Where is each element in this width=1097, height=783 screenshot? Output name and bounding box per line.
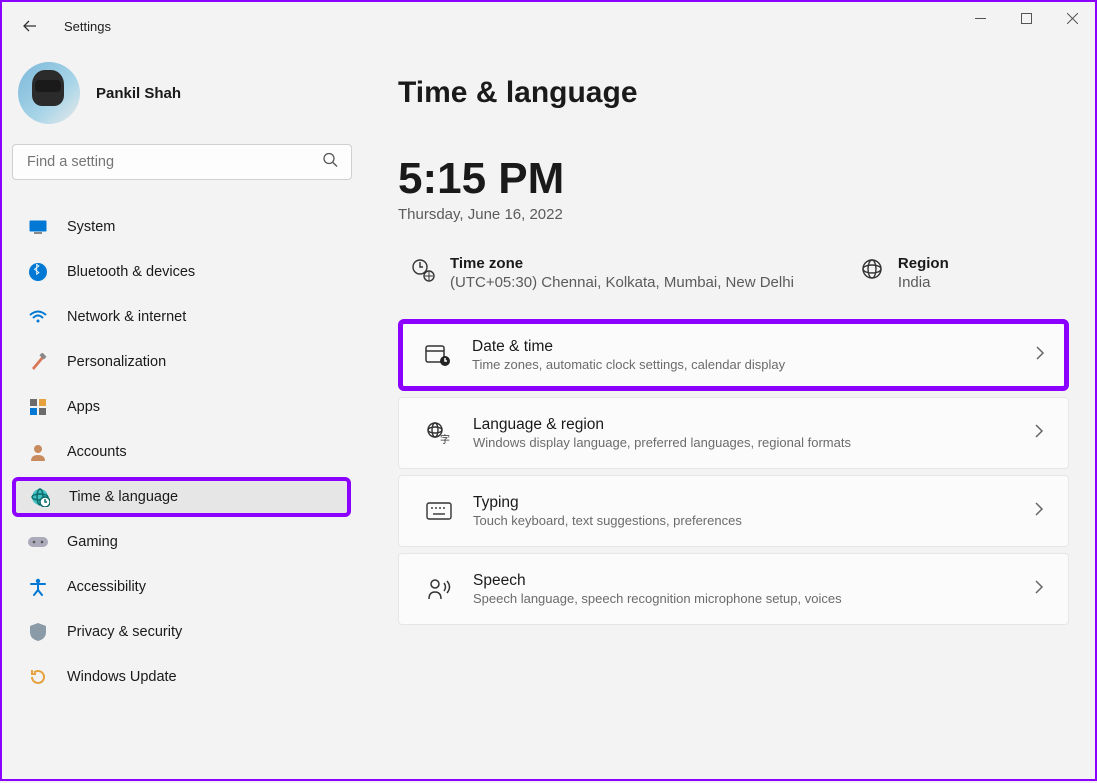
chevron-right-icon xyxy=(1034,424,1044,443)
calendar-clock-icon xyxy=(422,343,454,367)
voice-icon xyxy=(423,577,455,601)
content: Time & language 5:15 PM Thursday, June 1… xyxy=(362,50,1095,783)
region-value: India xyxy=(898,274,949,291)
apps-icon xyxy=(28,397,48,417)
nav-windows-update[interactable]: Windows Update xyxy=(14,657,349,697)
card-date-time[interactable]: Date & time Time zones, automatic clock … xyxy=(398,319,1069,391)
globe-clock-icon xyxy=(30,487,50,507)
nav-accounts[interactable]: Accounts xyxy=(14,432,349,472)
date: Thursday, June 16, 2022 xyxy=(398,206,1069,223)
user-block[interactable]: Pankil Shah xyxy=(12,50,352,144)
update-icon xyxy=(28,667,48,687)
wifi-icon xyxy=(28,307,48,327)
shield-icon xyxy=(28,622,48,642)
chevron-right-icon xyxy=(1035,346,1045,365)
card-typing[interactable]: Typing Touch keyboard, text suggestions,… xyxy=(398,475,1069,547)
card-subtitle: Time zones, automatic clock settings, ca… xyxy=(472,357,1035,372)
nav-label: Windows Update xyxy=(67,669,177,685)
bluetooth-icon xyxy=(28,262,48,282)
accessibility-icon xyxy=(28,577,48,597)
nav-network[interactable]: Network & internet xyxy=(14,297,349,337)
nav-personalization[interactable]: Personalization xyxy=(14,342,349,382)
gamepad-icon xyxy=(28,532,48,552)
title-bar: Settings xyxy=(2,2,1095,50)
nav-apps[interactable]: Apps xyxy=(14,387,349,427)
timezone-icon xyxy=(410,257,436,288)
window-controls xyxy=(957,2,1095,34)
nav-label: Time & language xyxy=(69,489,178,505)
avatar xyxy=(18,62,80,124)
card-title: Typing xyxy=(473,494,1034,512)
svg-text:字: 字 xyxy=(440,433,450,445)
system-icon xyxy=(28,217,48,237)
language-icon: 字 xyxy=(423,421,455,445)
timezone-value: (UTC+05:30) Chennai, Kolkata, Mumbai, Ne… xyxy=(450,274,794,291)
back-button[interactable] xyxy=(20,16,40,36)
chevron-right-icon xyxy=(1034,580,1044,599)
brush-icon xyxy=(28,352,48,372)
nav-gaming[interactable]: Gaming xyxy=(14,522,349,562)
nav-system[interactable]: System xyxy=(14,207,349,247)
nav-bluetooth[interactable]: Bluetooth & devices xyxy=(14,252,349,292)
nav-label: System xyxy=(67,219,115,235)
card-title: Language & region xyxy=(473,416,1034,434)
person-icon xyxy=(28,442,48,462)
timezone-label: Time zone xyxy=(450,255,794,272)
chevron-right-icon xyxy=(1034,502,1044,521)
card-speech[interactable]: Speech Speech language, speech recogniti… xyxy=(398,553,1069,625)
search-icon xyxy=(322,152,338,173)
nav-time-language[interactable]: Time & language xyxy=(12,477,351,517)
card-title: Date & time xyxy=(472,338,1035,356)
region-block[interactable]: Region India xyxy=(860,255,949,291)
maximize-button[interactable] xyxy=(1003,2,1049,34)
nav-label: Apps xyxy=(67,399,100,415)
card-title: Speech xyxy=(473,572,1034,590)
info-row: Time zone (UTC+05:30) Chennai, Kolkata, … xyxy=(398,247,1069,319)
card-language-region[interactable]: 字 Language & region Windows display lang… xyxy=(398,397,1069,469)
nav-label: Accounts xyxy=(67,444,127,460)
card-subtitle: Windows display language, preferred lang… xyxy=(473,435,1034,450)
nav: System Bluetooth & devices Network & int… xyxy=(12,202,352,783)
page-title: Time & language xyxy=(398,76,1069,110)
nav-privacy[interactable]: Privacy & security xyxy=(14,612,349,652)
nav-label: Privacy & security xyxy=(67,624,182,640)
nav-label: Accessibility xyxy=(67,579,146,595)
nav-label: Bluetooth & devices xyxy=(67,264,195,280)
globe-icon xyxy=(860,257,884,286)
user-name: Pankil Shah xyxy=(96,85,181,102)
minimize-button[interactable] xyxy=(957,2,1003,34)
keyboard-icon xyxy=(423,502,455,520)
nav-label: Network & internet xyxy=(67,309,186,325)
nav-label: Gaming xyxy=(67,534,118,550)
search-wrap xyxy=(12,144,352,180)
window-title: Settings xyxy=(64,19,111,34)
card-subtitle: Speech language, speech recognition micr… xyxy=(473,591,1034,606)
nav-accessibility[interactable]: Accessibility xyxy=(14,567,349,607)
sidebar: Pankil Shah System Bluetooth & devices N… xyxy=(2,50,362,783)
region-label: Region xyxy=(898,255,949,272)
search-input[interactable] xyxy=(12,144,352,180)
clock: 5:15 PM xyxy=(398,154,1069,204)
card-subtitle: Touch keyboard, text suggestions, prefer… xyxy=(473,513,1034,528)
timezone-block[interactable]: Time zone (UTC+05:30) Chennai, Kolkata, … xyxy=(410,255,794,291)
nav-label: Personalization xyxy=(67,354,166,370)
close-button[interactable] xyxy=(1049,2,1095,34)
